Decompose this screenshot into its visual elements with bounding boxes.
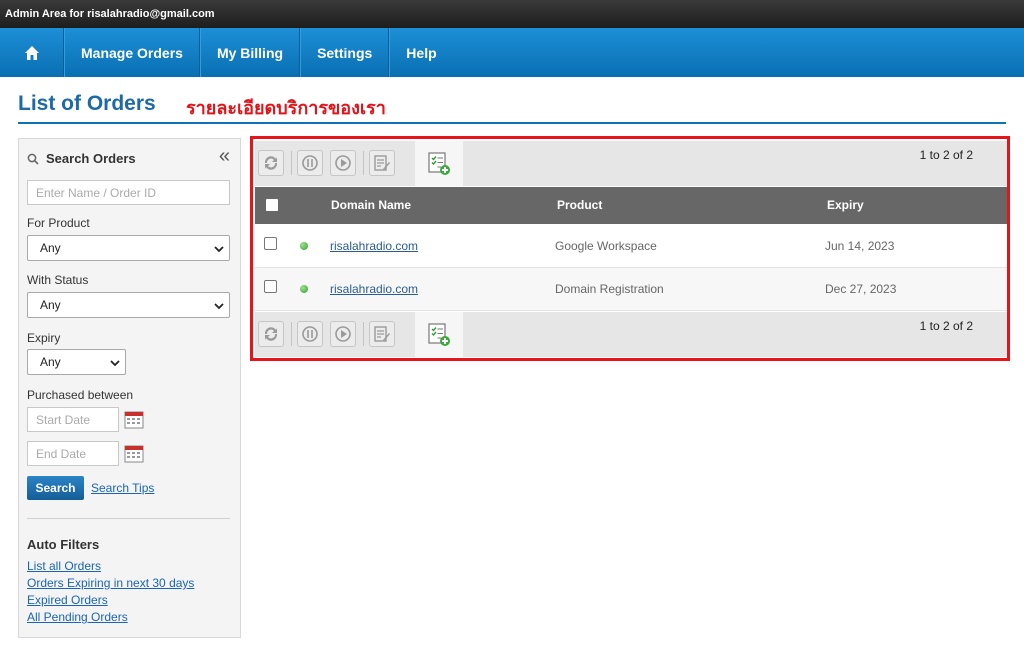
calendar-icon[interactable] [124, 409, 144, 429]
product-cell: Google Workspace [555, 239, 657, 253]
refresh-icon [264, 156, 278, 170]
orders-table-header: Domain Name Product Expiry [255, 187, 1007, 224]
sidebar-title: Search Orders [46, 151, 136, 166]
select-value: Any [40, 241, 61, 255]
input-placeholder: End Date [36, 446, 87, 461]
input-placeholder: Enter Name / Order ID [36, 185, 157, 200]
nav-label: My Billing [216, 44, 284, 61]
chevron-down-icon [214, 303, 224, 310]
nav-settings[interactable]: Settings [300, 28, 390, 77]
row-checkbox[interactable] [264, 237, 277, 250]
nav-label: Manage Orders [81, 44, 183, 61]
add-order-icon [428, 151, 450, 175]
admin-area-label: Admin Area for risalahradio@gmail.com [5, 8, 215, 20]
suspend-icon [302, 326, 318, 342]
chevron-down-icon [110, 360, 120, 367]
refresh-button[interactable] [258, 150, 284, 176]
unsuspend-icon [335, 155, 351, 171]
expiry-cell: Jun 14, 2023 [825, 239, 895, 253]
orders-toolbar-bottom: 1 to 2 of 2 [255, 312, 1007, 357]
suspend-button[interactable] [297, 150, 323, 176]
expiry-label: Expiry [27, 331, 61, 345]
pager-bottom: 1 to 2 of 2 [919, 319, 973, 333]
suspend-icon [302, 155, 318, 171]
filter-orders-expiring[interactable]: Orders Expiring in next 30 days [27, 576, 194, 590]
nav-manage-orders[interactable]: Manage Orders [64, 28, 200, 77]
domain-link[interactable]: risalahradio.com [330, 239, 418, 253]
search-sidebar: Search Orders « Enter Name / Order ID Fo… [18, 138, 241, 638]
page-title-row: List of Orders รายละเอียดบริการของเรา [18, 90, 1006, 124]
status-select[interactable]: Any [27, 292, 230, 318]
toolbar-separator [291, 151, 292, 175]
auto-filters-title: Auto Filters [27, 537, 100, 552]
nav-label: Help [406, 44, 437, 61]
expiry-select[interactable]: Any [27, 349, 126, 375]
edit-list-icon [374, 326, 390, 342]
domain-link[interactable]: risalahradio.com [330, 282, 418, 296]
end-date-input[interactable]: End Date [27, 441, 119, 466]
search-icon [27, 153, 39, 165]
sidebar-divider [27, 518, 230, 519]
status-active-icon [300, 242, 308, 250]
purchased-between-label: Purchased between [27, 388, 134, 402]
row-checkbox[interactable] [264, 280, 277, 293]
column-product[interactable]: Product [557, 198, 602, 212]
nav-help[interactable]: Help [389, 28, 452, 77]
start-date-input[interactable]: Start Date [27, 407, 119, 432]
for-product-label: For Product [27, 216, 90, 230]
page-subtitle: รายละเอียดบริการของเรา [186, 98, 386, 118]
column-domain-name[interactable]: Domain Name [331, 198, 411, 212]
pager-top: 1 to 2 of 2 [919, 148, 973, 162]
edit-button[interactable] [369, 321, 395, 347]
toolbar-separator [291, 322, 292, 346]
add-order-button[interactable] [415, 312, 463, 357]
product-cell: Domain Registration [555, 282, 664, 296]
refresh-button[interactable] [258, 321, 284, 347]
chevron-down-icon [214, 246, 224, 253]
nav-my-billing[interactable]: My Billing [199, 28, 301, 77]
product-select[interactable]: Any [27, 235, 230, 261]
orders-toolbar-top: 1 to 2 of 2 [255, 141, 1007, 186]
unsuspend-button[interactable] [330, 150, 356, 176]
calendar-icon[interactable] [124, 443, 144, 463]
search-tips-link[interactable]: Search Tips [91, 481, 154, 495]
select-value: Any [40, 298, 61, 312]
toolbar-separator [363, 151, 364, 175]
toolbar-separator [363, 322, 364, 346]
edit-list-icon [374, 155, 390, 171]
status-active-icon [300, 285, 308, 293]
edit-button[interactable] [369, 150, 395, 176]
with-status-label: With Status [27, 273, 89, 287]
select-all-checkbox[interactable] [266, 199, 278, 211]
name-order-id-input[interactable]: Enter Name / Order ID [27, 180, 230, 205]
search-button[interactable]: Search [27, 476, 84, 500]
suspend-button[interactable] [297, 321, 323, 347]
main-nav: Manage Orders My Billing Settings Help [0, 28, 1024, 77]
add-order-button[interactable] [415, 141, 463, 186]
filter-list-all-orders[interactable]: List all Orders [27, 559, 101, 573]
nav-home[interactable] [0, 28, 64, 77]
unsuspend-button[interactable] [330, 321, 356, 347]
refresh-icon [264, 327, 278, 341]
sidebar-header: Search Orders [27, 151, 136, 166]
home-icon [24, 45, 39, 60]
nav-label: Settings [317, 44, 373, 61]
table-row: risalahradio.com Domain Registration Dec… [255, 268, 1007, 311]
page-title: List of Orders [18, 92, 156, 115]
collapse-sidebar-icon[interactable]: « [219, 145, 230, 168]
filter-pending-orders[interactable]: All Pending Orders [27, 610, 128, 624]
table-row: risalahradio.com Google Workspace Jun 14… [255, 225, 1007, 268]
add-order-icon [428, 322, 450, 346]
filter-expired-orders[interactable]: Expired Orders [27, 593, 108, 607]
unsuspend-icon [335, 326, 351, 342]
expiry-cell: Dec 27, 2023 [825, 282, 897, 296]
select-value: Any [40, 355, 61, 369]
orders-panel: 1 to 2 of 2 Domain Name Product Expiry r… [250, 136, 1010, 361]
column-expiry[interactable]: Expiry [827, 198, 864, 212]
input-placeholder: Start Date [36, 412, 91, 427]
admin-topbar: Admin Area for risalahradio@gmail.com [0, 0, 1024, 28]
